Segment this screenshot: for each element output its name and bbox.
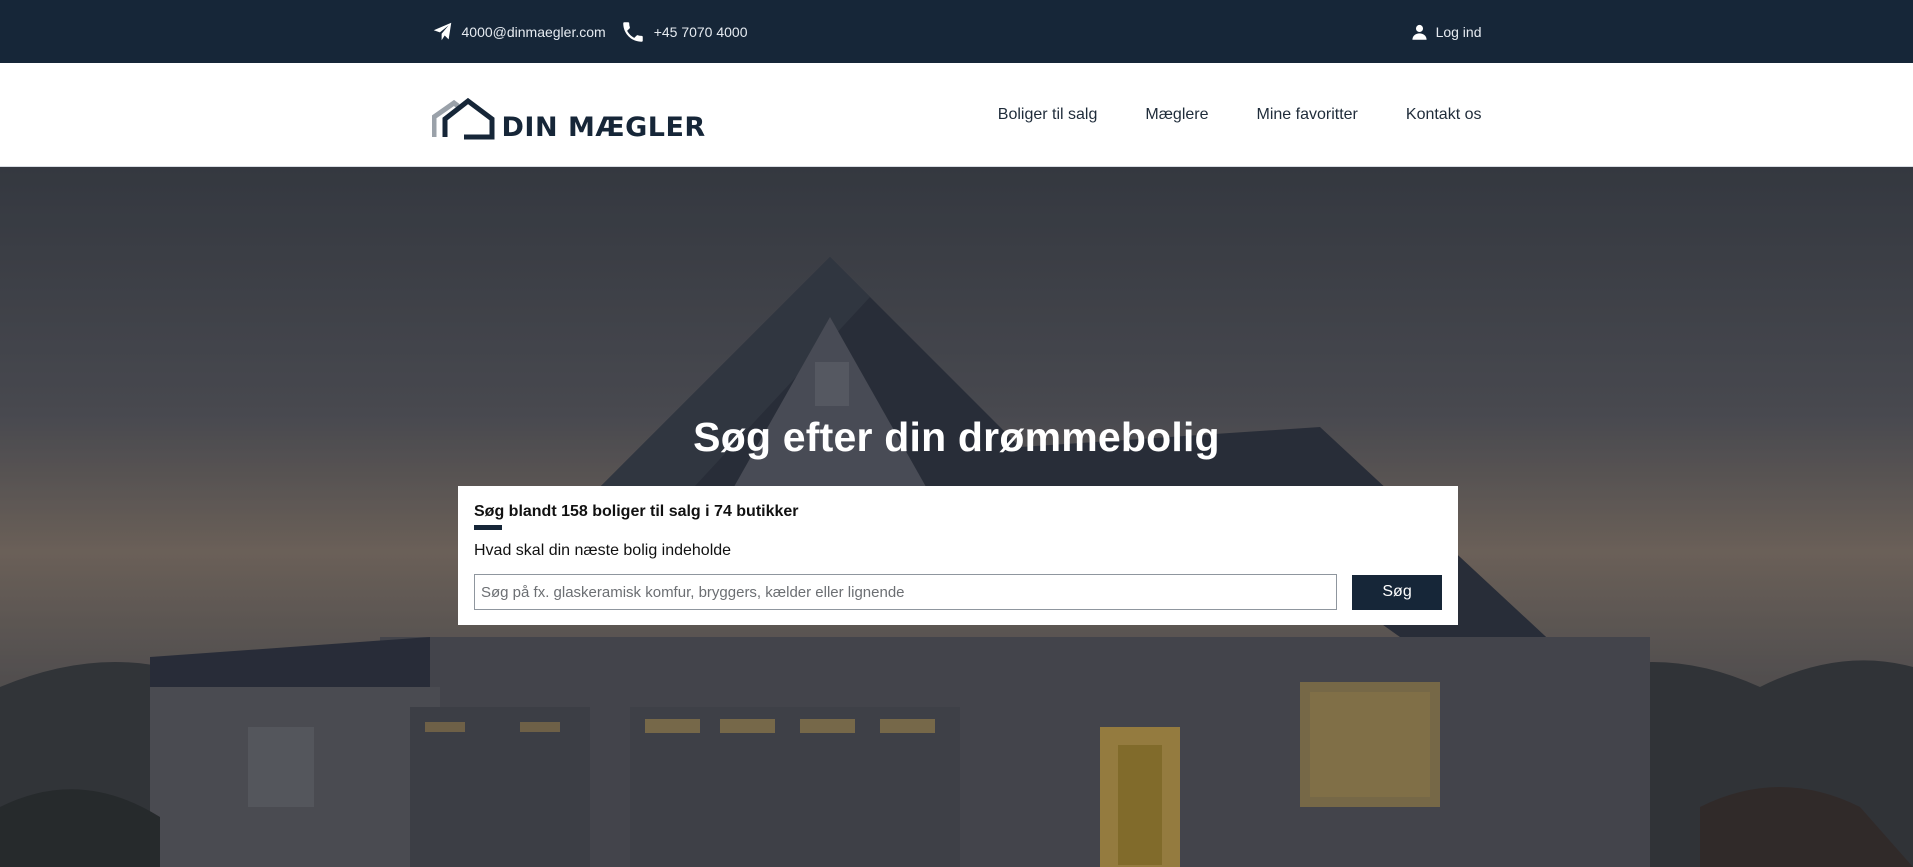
- nav-maeglere[interactable]: Mæglere: [1145, 106, 1208, 124]
- search-card-title: Søg blandt 158 boliger til salg i 74 but…: [474, 503, 799, 520]
- main-nav: Boliger til salg Mæglere Mine favoritter…: [950, 106, 1482, 124]
- user-icon: [1411, 23, 1436, 41]
- search-button[interactable]: Søg: [1352, 574, 1442, 610]
- phone-icon: [620, 19, 654, 45]
- search-input[interactable]: [474, 574, 1338, 610]
- top-bar: 4000@dinmaegler.com +45 7070 4000 Log in…: [0, 0, 1913, 63]
- phone-text: +45 7070 4000: [653, 23, 748, 40]
- nav-kontakt-os[interactable]: Kontakt os: [1406, 106, 1482, 124]
- hero-section: Søg efter din drømmebolig Søg blandt 158…: [0, 167, 1913, 867]
- phone-link[interactable]: +45 7070 4000: [620, 19, 748, 45]
- top-bar-container: 4000@dinmaegler.com +45 7070 4000 Log in…: [432, 0, 1482, 63]
- email-link[interactable]: 4000@dinmaegler.com: [432, 21, 606, 42]
- search-row: Søg: [474, 574, 1442, 610]
- nav-mine-favoritter[interactable]: Mine favoritter: [1257, 106, 1358, 124]
- search-card: Søg blandt 158 boliger til salg i 74 but…: [458, 486, 1458, 625]
- title-underline: [474, 525, 502, 530]
- house-logo-icon: [431, 97, 494, 139]
- email-text: 4000@dinmaegler.com: [461, 23, 606, 40]
- logo-text: DIN MÆGLER: [501, 111, 706, 143]
- header-container: DIN MÆGLER Boliger til salg Mæglere Mine…: [431, 63, 1482, 166]
- nav-boliger-til-salg[interactable]: Boliger til salg: [998, 106, 1098, 124]
- login-link[interactable]: Log ind: [1411, 23, 1482, 41]
- hero-title: Søg efter din drømmebolig: [693, 414, 1220, 460]
- site-logo[interactable]: DIN MÆGLER: [431, 97, 706, 143]
- site-header: DIN MÆGLER Boliger til salg Mæglere Mine…: [0, 63, 1913, 167]
- login-label: Log ind: [1435, 23, 1482, 40]
- paper-plane-icon: [432, 21, 462, 42]
- search-card-subtitle: Hvad skal din næste bolig indeholde: [474, 542, 732, 559]
